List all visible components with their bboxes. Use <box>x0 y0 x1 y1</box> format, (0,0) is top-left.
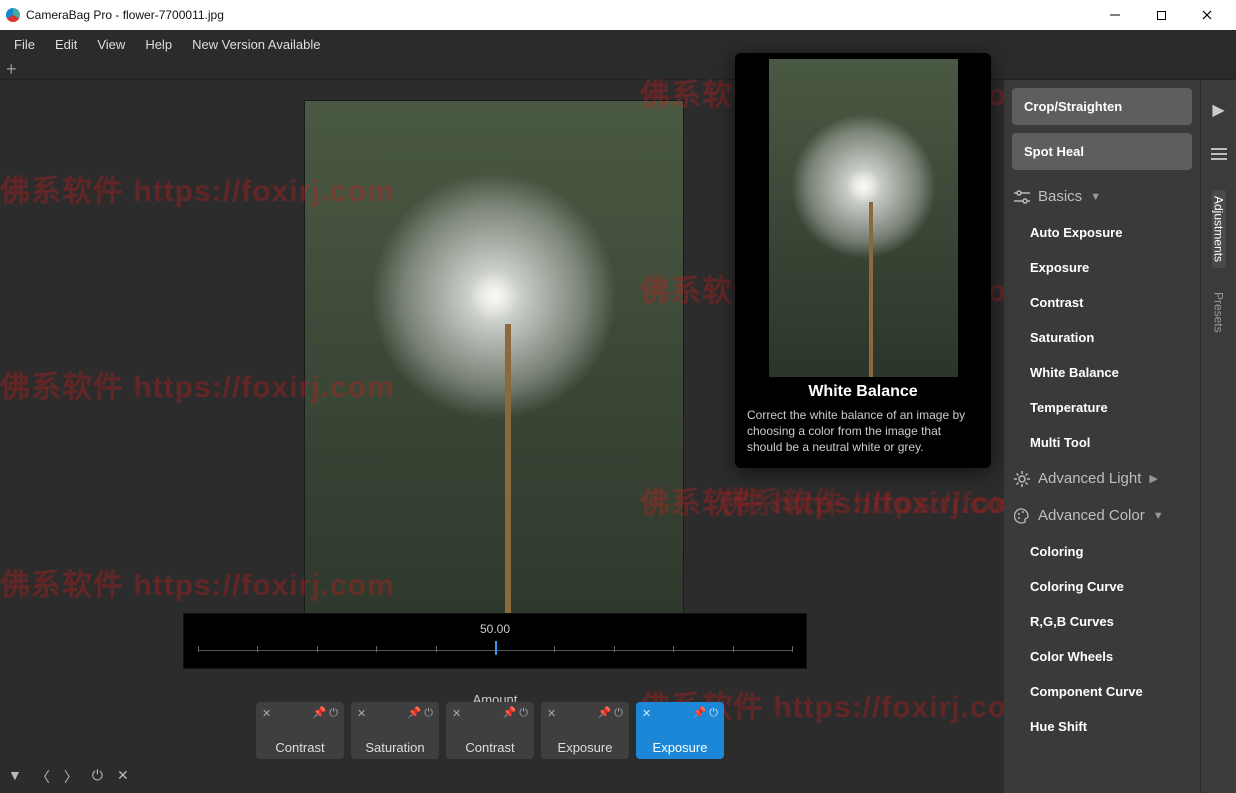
next-icon[interactable]: 〉 <box>64 767 78 787</box>
power-icon[interactable]: ⏻ <box>614 707 623 719</box>
adjustment-chips: ✕ 📌 ⏻ Contrast ✕ 📌 ⏻ Saturation ✕ 📌 ⏻ Contr… <box>256 702 724 759</box>
chip-exposure[interactable]: ✕ 📌 ⏻ Exposure <box>541 702 629 759</box>
slider-panel: 50.00 <box>183 613 807 669</box>
menubar: File Edit View Help New Version Availabl… <box>0 30 1236 58</box>
item-component-curve[interactable]: Component Curve <box>1012 674 1192 709</box>
power-icon[interactable]: ⏻ <box>329 707 338 719</box>
menu-file[interactable]: File <box>4 33 45 56</box>
minimize-button[interactable] <box>1092 0 1138 30</box>
item-hue-shift[interactable]: Hue Shift <box>1012 709 1192 744</box>
pin-icon[interactable]: 📌 <box>693 707 707 719</box>
pin-icon[interactable]: 📌 <box>313 707 327 719</box>
spot-heal-button[interactable]: Spot Heal <box>1012 133 1192 170</box>
canvas-area: 佛系软件 https://foxirj.com 佛系软件 https://fox… <box>0 80 1004 793</box>
section-advanced-light[interactable]: Advanced Light ▶ <box>1012 460 1192 497</box>
power-icon[interactable]: ⏻ <box>92 767 103 787</box>
item-temperature[interactable]: Temperature <box>1012 390 1192 425</box>
main-image[interactable] <box>304 100 684 660</box>
chip-label: Contrast <box>262 740 338 755</box>
item-saturation[interactable]: Saturation <box>1012 320 1192 355</box>
prev-icon[interactable]: 〈 <box>36 767 50 787</box>
crop-straighten-button[interactable]: Crop/Straighten <box>1012 88 1192 125</box>
maximize-button[interactable] <box>1138 0 1184 30</box>
chip-contrast[interactable]: ✕ 📌 ⏻ Contrast <box>256 702 344 759</box>
tab-row: + <box>0 58 1236 80</box>
section-basics[interactable]: Basics ▼ <box>1012 178 1192 215</box>
chevron-down-icon: ▼ <box>1090 191 1101 203</box>
close-icon[interactable]: ✕ <box>547 707 556 720</box>
item-coloring[interactable]: Coloring <box>1012 534 1192 569</box>
tooltip-title: White Balance <box>741 383 985 401</box>
sun-icon <box>1014 471 1030 487</box>
section-label: Basics <box>1038 188 1082 205</box>
power-icon[interactable]: ⏻ <box>519 707 528 719</box>
add-tab-button[interactable]: + <box>6 62 17 76</box>
item-coloring-curve[interactable]: Coloring Curve <box>1012 569 1192 604</box>
tab-presets[interactable]: Presets <box>1212 286 1226 339</box>
close-icon[interactable]: ✕ <box>642 707 651 720</box>
chevron-right-icon: ▶ <box>1149 472 1157 485</box>
close-icon[interactable]: ✕ <box>357 707 366 720</box>
chip-label: Exposure <box>642 740 718 755</box>
chip-label: Contrast <box>452 740 528 755</box>
side-rail: ▶ Adjustments Presets <box>1200 80 1236 793</box>
pin-icon[interactable]: 📌 <box>503 707 517 719</box>
sliders-icon <box>1014 190 1030 204</box>
tooltip-description: Correct the white balance of an image by… <box>741 407 985 462</box>
app-icon <box>6 8 20 22</box>
menu-new-version[interactable]: New Version Available <box>182 33 330 56</box>
item-exposure[interactable]: Exposure <box>1012 250 1192 285</box>
bottom-nav: ▼ 〈 〉 ⏻ ✕ <box>8 767 129 787</box>
expand-icon[interactable]: ▶ <box>1206 92 1232 128</box>
close-icon[interactable]: ✕ <box>262 707 271 720</box>
menu-icon[interactable] <box>1206 136 1232 172</box>
item-color-wheels[interactable]: Color Wheels <box>1012 639 1192 674</box>
close-icon[interactable]: ✕ <box>452 707 461 720</box>
palette-icon <box>1014 508 1030 524</box>
section-label: Advanced Light <box>1038 470 1141 487</box>
chip-exposure-active[interactable]: ✕ 📌 ⏻ Exposure <box>636 702 724 759</box>
pin-icon[interactable]: 📌 <box>408 707 422 719</box>
section-label: Advanced Color <box>1038 507 1145 524</box>
chevron-down-icon: ▼ <box>1153 510 1164 522</box>
amount-slider[interactable] <box>198 638 792 656</box>
window-title: CameraBag Pro - flower-7700011.jpg <box>26 8 224 22</box>
tooltip-white-balance: White Balance Correct the white balance … <box>735 53 991 468</box>
item-auto-exposure[interactable]: Auto Exposure <box>1012 215 1192 250</box>
pin-icon[interactable]: 📌 <box>598 707 612 719</box>
chip-contrast-2[interactable]: ✕ 📌 ⏻ Contrast <box>446 702 534 759</box>
item-multi-tool[interactable]: Multi Tool <box>1012 425 1192 460</box>
item-rgb-curves[interactable]: R,G,B Curves <box>1012 604 1192 639</box>
watermark: 佛系软件 https://foxirj.com <box>640 478 1035 522</box>
slider-value: 50.00 <box>198 622 792 636</box>
close-icon[interactable]: ✕ <box>117 767 129 787</box>
right-panel: Crop/Straighten Spot Heal Basics ▼ Auto … <box>1004 80 1200 793</box>
power-icon[interactable]: ⏻ <box>709 707 718 719</box>
close-button[interactable] <box>1184 0 1230 30</box>
tooltip-thumbnail <box>769 59 958 377</box>
power-icon[interactable]: ⏻ <box>424 707 433 719</box>
titlebar: CameraBag Pro - flower-7700011.jpg <box>0 0 1236 30</box>
item-white-balance[interactable]: White Balance <box>1012 355 1192 390</box>
item-contrast[interactable]: Contrast <box>1012 285 1192 320</box>
section-advanced-color[interactable]: Advanced Color ▼ <box>1012 497 1192 534</box>
menu-help[interactable]: Help <box>135 33 182 56</box>
tab-adjustments[interactable]: Adjustments <box>1212 190 1226 268</box>
chip-label: Exposure <box>547 740 623 755</box>
menu-view[interactable]: View <box>87 33 135 56</box>
menu-edit[interactable]: Edit <box>45 33 87 56</box>
chip-label: Saturation <box>357 740 433 755</box>
chip-saturation[interactable]: ✕ 📌 ⏻ Saturation <box>351 702 439 759</box>
chevron-down-icon[interactable]: ▼ <box>8 767 22 787</box>
